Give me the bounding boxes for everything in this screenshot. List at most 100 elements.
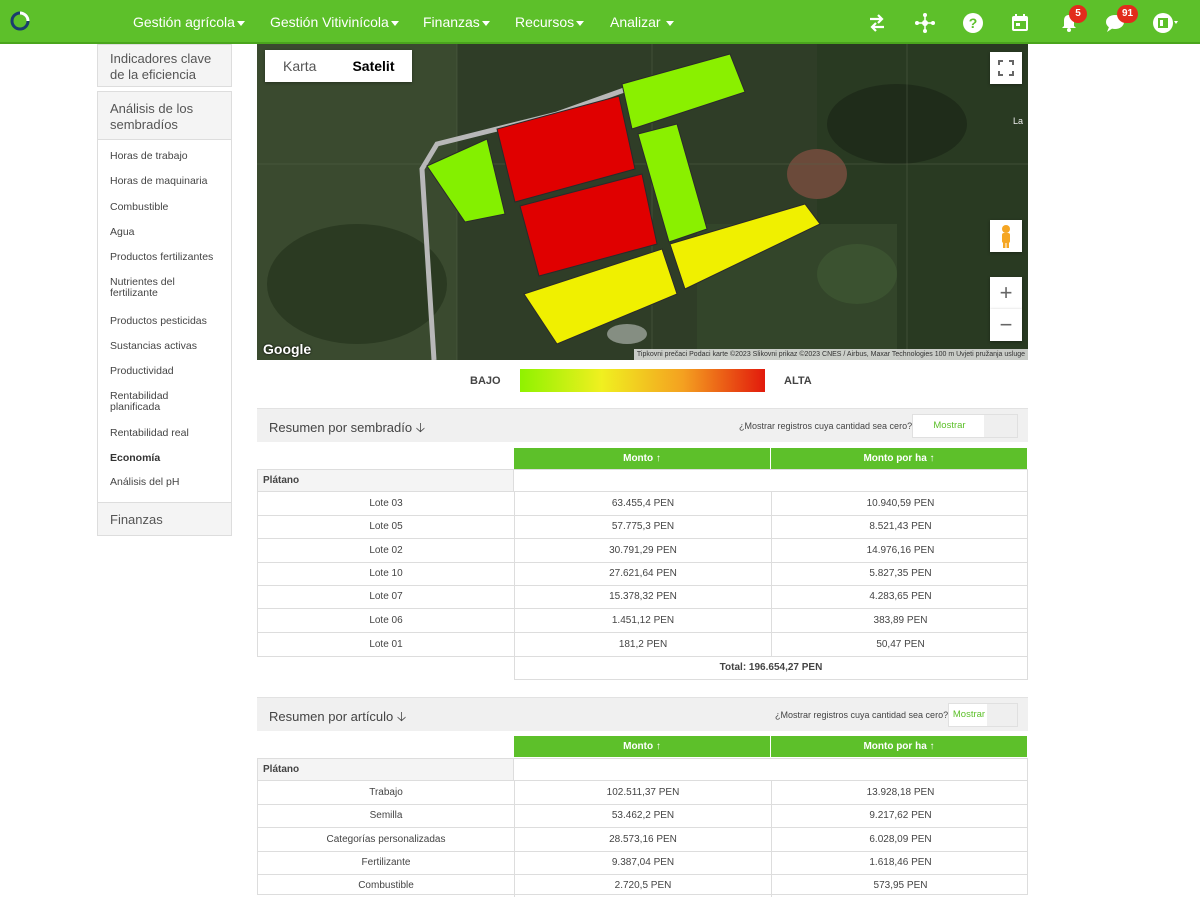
user-menu-icon[interactable] — [1152, 12, 1182, 34]
row-name: Lote 05 — [258, 515, 515, 538]
sidebar-item-analisis-ph[interactable]: Análisis del pH — [110, 477, 179, 488]
street-view-button[interactable] — [990, 220, 1022, 252]
row-name: Lote 10 — [258, 562, 515, 585]
row-amount: 9.387,04 PEN — [515, 851, 772, 874]
map-type-satellite-button[interactable]: Satelit — [334, 50, 412, 82]
row-amount: 27.621,64 PEN — [515, 562, 772, 585]
table-row: Categorías personalizadas 28.573,16 PEN … — [257, 828, 1028, 852]
table-row: Lote 05 57.775,3 PEN 8.521,43 PEN — [257, 515, 1028, 539]
zero-records-question: ¿Mostrar registros cuya cantidad sea cer… — [739, 421, 913, 431]
row-amount-per-ha: 5.827,35 PEN — [869, 568, 932, 579]
row-amount-per-ha: 6.028,09 PEN — [869, 834, 932, 845]
svg-text:?: ? — [969, 15, 978, 31]
row-amount: 181,2 PEN — [515, 633, 772, 656]
row-amount-per-ha: 13.928,18 PEN — [866, 787, 935, 798]
toggle-knob — [987, 704, 1017, 726]
table-row: Lote 06 1.451,12 PEN 383,89 PEN — [257, 609, 1028, 633]
crop-group-label: Plátano — [257, 758, 514, 781]
sidebar-item-nutrientes[interactable]: Nutrientes del fertilizante — [110, 277, 200, 299]
zoom-in-button[interactable]: + — [990, 277, 1022, 309]
crop-group-label: Plátano — [257, 469, 514, 492]
zoom-out-button[interactable]: − — [990, 309, 1022, 341]
row-name: Combustible — [258, 874, 515, 897]
column-amount-header[interactable]: Monto ↑ — [514, 448, 771, 469]
row-amount: 28.573,16 PEN — [515, 828, 772, 851]
sidebar-kpi-section[interactable]: Indicadores clave de la eficiencia — [97, 44, 232, 87]
table-row: Lote 02 30.791,29 PEN 14.976,16 PEN — [257, 539, 1028, 563]
table-row: Lote 03 63.455,4 PEN 10.940,59 PEN — [257, 492, 1028, 516]
sidebar-finanzas-label: Finanzas — [110, 512, 163, 527]
sidebar-item-economia[interactable]: Economía — [110, 453, 160, 464]
row-name: Lote 01 — [258, 633, 515, 656]
sidebar-finanzas-section[interactable]: Finanzas — [97, 502, 232, 536]
sidebar-item-horas-trabajo[interactable]: Horas de trabajo — [110, 151, 188, 162]
sidebar-item-productividad[interactable]: Productividad — [110, 366, 174, 377]
help-icon[interactable]: ? — [962, 12, 984, 34]
show-zero-toggle[interactable]: Mostrar — [912, 414, 1018, 438]
row-amount-per-ha: 50,47 PEN — [876, 639, 925, 650]
legend-high-label: ALTA — [784, 375, 812, 387]
calendar-icon[interactable] — [1009, 12, 1031, 34]
arrow-down-icon: 🡣 — [396, 709, 407, 724]
table-row: Semilla 53.462,2 PEN 9.217,62 PEN — [257, 804, 1028, 828]
row-amount-per-ha: 1.618,46 PEN — [869, 857, 932, 868]
nav-analizar[interactable]: Analizar — [610, 14, 675, 30]
section-title-text: Resumen por artículo — [269, 709, 394, 724]
top-navbar: Gestión agrícola Gestión Vitivinícola Fi… — [0, 0, 1200, 44]
map-type-map-button[interactable]: Karta — [265, 50, 334, 82]
row-amount: 57.775,3 PEN — [515, 515, 772, 538]
zero-records-question: ¿Mostrar registros cuya cantidad sea cer… — [775, 710, 949, 720]
row-name: Fertilizante — [258, 851, 515, 874]
sidebar-analysis-label: Análisis de los sembradíos — [110, 101, 194, 132]
sidebar-item-rentabilidad-real[interactable]: Rentabilidad real — [110, 428, 189, 439]
sidebar-item-productos-pesticidas[interactable]: Productos pesticidas — [110, 316, 207, 327]
table-row: Trabajo 102.511,37 PEN 13.928,18 PEN — [257, 781, 1028, 805]
show-zero-label: Mostrar — [952, 709, 986, 720]
section-title[interactable]: Resumen por sembradío 🡣 — [269, 419, 425, 441]
satellite-map[interactable]: Karta Satelit La + − Google Tipkovni pre… — [257, 44, 1028, 360]
transfer-icon[interactable] — [866, 12, 888, 34]
nav-label: Analizar — [610, 14, 661, 30]
app-logo-icon[interactable] — [8, 9, 32, 33]
nav-gestion-agricola[interactable]: Gestión agrícola — [133, 14, 245, 30]
fullscreen-button[interactable] — [990, 52, 1022, 84]
section-title-text: Resumen por sembradío — [269, 420, 413, 435]
row-name: Trabajo — [258, 781, 515, 804]
row-name: Lote 07 — [258, 585, 515, 608]
row-name: Categorías personalizadas — [258, 828, 515, 851]
sidebar-item-combustible[interactable]: Combustible — [110, 202, 168, 213]
sidebar-item-sustancias-activas[interactable]: Sustancias activas — [110, 341, 197, 352]
map-attribution[interactable]: Tipkovni prečaci Podaci karte ©2023 Slik… — [633, 349, 1028, 360]
row-amount: 53.462,2 PEN — [515, 804, 772, 827]
section-title[interactable]: Resumen por artículo 🡣 — [269, 708, 406, 730]
sidebar-item-rentabilidad-planificada[interactable]: Rentabilidad planificada — [110, 391, 190, 413]
map-label: La — [1013, 116, 1024, 126]
network-icon[interactable] — [914, 12, 936, 34]
row-amount: 30.791,29 PEN — [515, 539, 772, 562]
row-amount: 2.720,5 PEN — [515, 874, 772, 897]
row-amount-per-ha: 4.283,65 PEN — [869, 591, 932, 602]
nav-gestion-vitivinicola[interactable]: Gestión Vitivinícola — [270, 14, 399, 30]
group-row-filler — [514, 469, 1028, 492]
row-amount-per-ha: 8.521,43 PEN — [869, 521, 932, 532]
sidebar-item-agua[interactable]: Agua — [110, 227, 135, 238]
column-amount-per-ha-header[interactable]: Monto por ha ↑ — [771, 736, 1028, 757]
toggle-knob — [984, 415, 1017, 437]
table-row: Lote 10 27.621,64 PEN 5.827,35 PEN — [257, 562, 1028, 586]
nav-finanzas[interactable]: Finanzas — [423, 14, 490, 30]
show-zero-toggle[interactable]: Mostrar — [948, 703, 1018, 727]
chevron-down-icon — [576, 20, 585, 26]
nav-label: Gestión Vitivinícola — [270, 14, 389, 30]
sidebar-analysis-list: Horas de trabajo Horas de maquinaria Com… — [97, 140, 232, 502]
nav-recursos[interactable]: Recursos — [515, 14, 585, 30]
legend-low-label: BAJO — [470, 375, 501, 387]
table-row: Fertilizante 9.387,04 PEN 1.618,46 PEN — [257, 851, 1028, 875]
sidebar-item-horas-maquinaria[interactable]: Horas de maquinaria — [110, 176, 207, 187]
column-amount-header[interactable]: Monto ↑ — [514, 736, 771, 757]
row-name: Lote 02 — [258, 539, 515, 562]
sidebar-item-productos-fertilizantes[interactable]: Productos fertilizantes — [110, 252, 213, 263]
summary-by-field-header: Resumen por sembradío 🡣 ¿Mostrar registr… — [257, 408, 1028, 442]
sidebar-analysis-section[interactable]: Análisis de los sembradíos — [97, 91, 232, 140]
nav-label: Recursos — [515, 14, 575, 30]
column-amount-per-ha-header[interactable]: Monto por ha ↑ — [771, 448, 1028, 469]
